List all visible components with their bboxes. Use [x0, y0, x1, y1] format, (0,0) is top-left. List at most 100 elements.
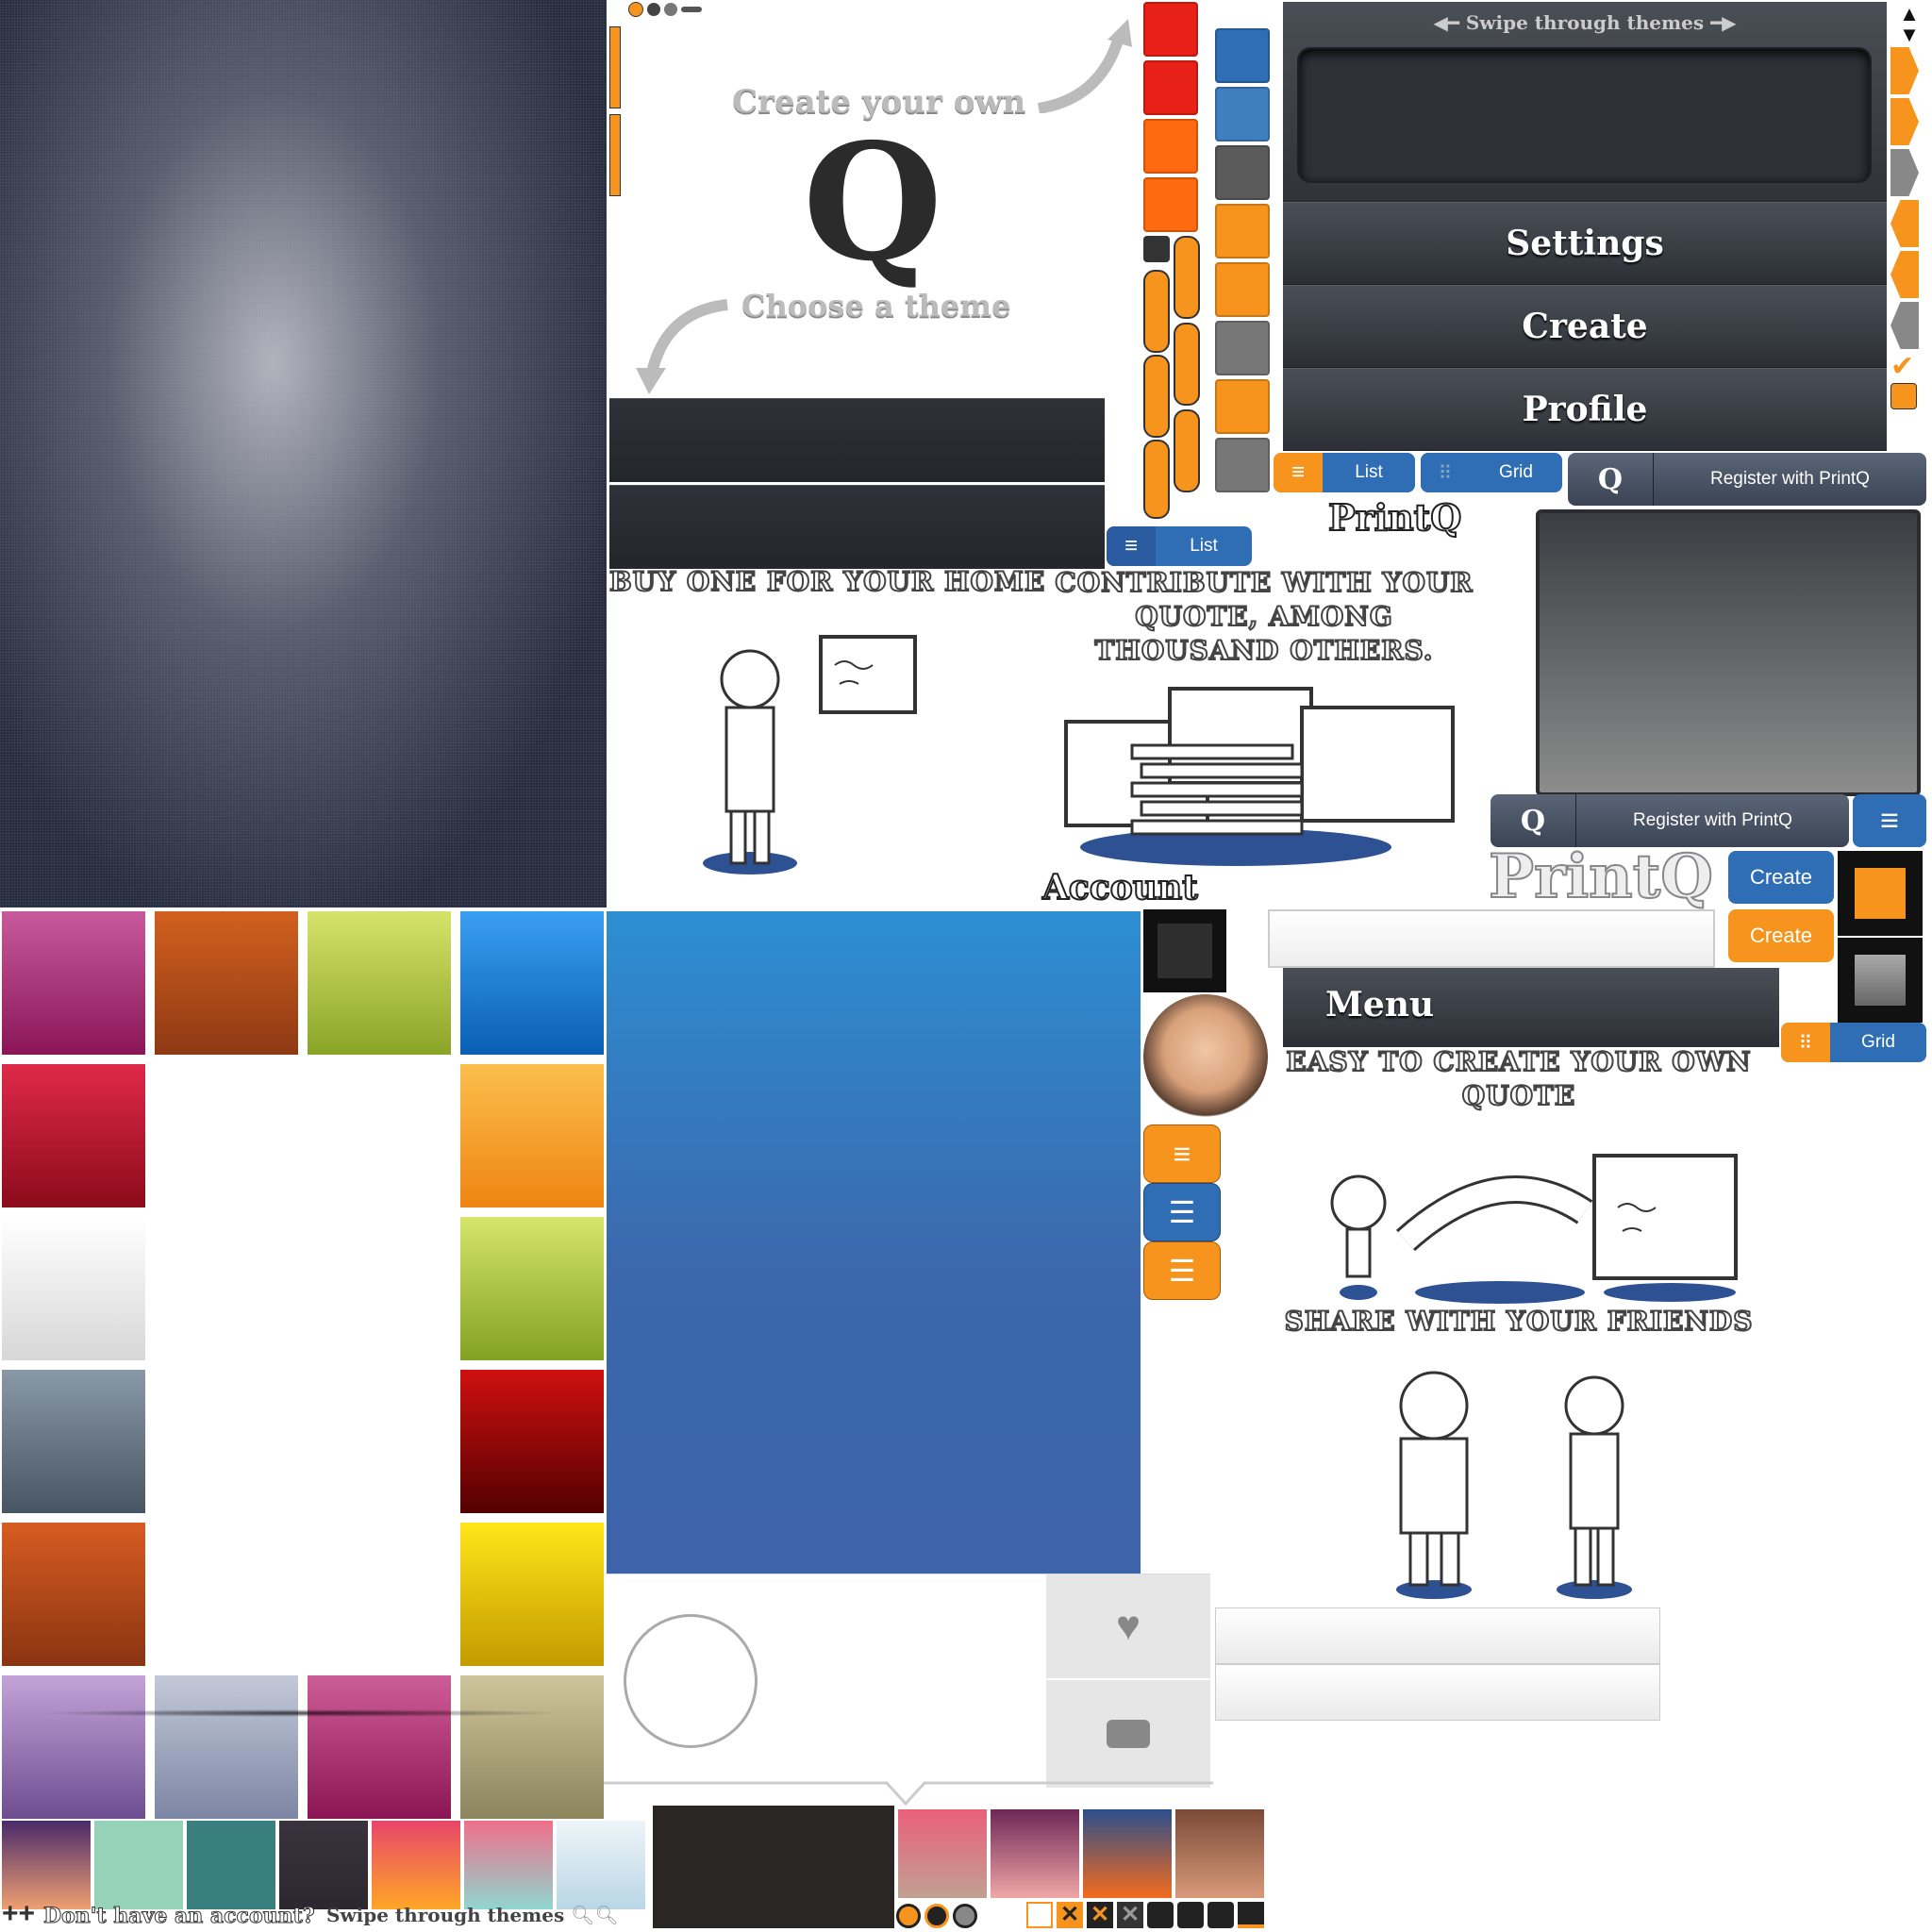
gradient-swatch-small[interactable] [464, 1821, 553, 1909]
register-label: Register with PrintQ [1710, 469, 1870, 489]
grid-dots-icon: ⠿ [1421, 453, 1470, 492]
gradient-swatch[interactable] [155, 1675, 298, 1819]
slider-bars [1143, 236, 1200, 519]
checkbox-empty-icon[interactable] [1026, 1902, 1053, 1928]
gradient-swatch[interactable] [2, 1217, 145, 1360]
checkbox-dark-orange-icon[interactable] [1238, 1902, 1264, 1928]
register-label: Register with PrintQ [1633, 810, 1792, 830]
orange-tile-framed [1838, 851, 1923, 936]
gradient-swatch[interactable] [2, 1675, 145, 1819]
radio-orange-icon[interactable] [896, 1904, 921, 1928]
avatar[interactable] [1143, 994, 1268, 1119]
hamburger-button[interactable]: ≡ [1853, 794, 1926, 847]
gradient-swatch-small[interactable] [2, 1821, 91, 1909]
dash-icon [681, 7, 702, 12]
comment-button[interactable] [1046, 1680, 1210, 1788]
bullet-list-icon: ☰ [1168, 1254, 1196, 1288]
checkbox-dark-icon[interactable] [1147, 1902, 1174, 1928]
radio-orange-selected-icon[interactable] [924, 1904, 949, 1928]
gradient-swatch-small[interactable] [991, 1809, 1079, 1898]
gradient-swatch-small[interactable] [557, 1821, 645, 1909]
post-card: ♥ [607, 1574, 1210, 1788]
arrow-tab-orange-icon[interactable] [1890, 98, 1919, 145]
checkbox-x-dark-icon[interactable]: ✕ [1087, 1902, 1113, 1928]
gradient-swatch[interactable] [460, 1217, 604, 1360]
list-button-orange[interactable]: ≡ [1143, 1124, 1221, 1183]
orange-side-bars [609, 26, 621, 196]
settings-menu-item[interactable]: Settings [1283, 202, 1887, 285]
gradient-swatch[interactable] [2, 1523, 145, 1666]
avatar-placeholder[interactable] [624, 1614, 758, 1748]
arrow-right-icon: ━▶ [1710, 11, 1737, 34]
gradient-swatch[interactable] [460, 911, 604, 1055]
gradient-swatch-small[interactable] [372, 1821, 460, 1909]
dot-icon [664, 3, 677, 16]
light-bar-2 [1215, 1664, 1660, 1721]
person-with-frame-illustration [703, 635, 917, 874]
gradient-swatch-small[interactable] [94, 1821, 183, 1909]
gradient-swatch-small[interactable] [898, 1809, 987, 1898]
gradient-swatch[interactable] [460, 1370, 604, 1513]
checkbox-dark-icon[interactable] [1177, 1902, 1204, 1928]
light-bar-1 [1215, 1607, 1660, 1664]
list-label: List [1190, 536, 1218, 556]
gradient-swatch-small[interactable] [1175, 1809, 1264, 1898]
checkbox-x-orange-icon[interactable]: ✕ [1057, 1902, 1083, 1928]
grid-toggle-2[interactable]: ⠿ Grid [1781, 1023, 1926, 1062]
no-account-text[interactable]: Don't have an account? [43, 1904, 316, 1929]
profile-menu-item[interactable]: Profile [1283, 368, 1887, 451]
swipe-footer-text: Swipe through themes [326, 1904, 565, 1926]
create-button-orange[interactable]: Create [1728, 909, 1834, 962]
share-heading: SHARE WITH YOUR FRIENDS [1284, 1305, 1754, 1338]
gradient-swatch-small[interactable] [1083, 1809, 1172, 1898]
gradient-swatch[interactable] [2, 1370, 145, 1513]
like-button[interactable]: ♥ [1046, 1574, 1210, 1678]
gradient-swatch[interactable] [155, 911, 298, 1055]
radio-gray-icon[interactable] [953, 1904, 977, 1928]
arrow-down-left-icon [636, 299, 728, 394]
bullet-list-button-orange[interactable]: ☰ [1143, 1241, 1221, 1300]
checkbox-x-gray-icon[interactable]: ✕ [1117, 1902, 1143, 1928]
menu-bar: Menu [1283, 968, 1779, 1047]
splash-panel: Create your own Q Choose a theme [609, 0, 1138, 569]
create-menu-item[interactable]: Create [1283, 285, 1887, 368]
grid-label: Grid [1499, 462, 1533, 482]
gradient-swatch[interactable] [308, 911, 451, 1055]
checkbox-icons: ✕ ✕ ✕ [1026, 1902, 1264, 1928]
account-title: Account [1041, 867, 1199, 908]
list-toggle-blue[interactable]: ≡ List [1107, 526, 1252, 566]
gradient-swatch[interactable] [2, 1064, 145, 1208]
gradient-swatch-small[interactable] [279, 1821, 368, 1909]
heart-icon: ♥ [1115, 1603, 1141, 1649]
arrow-tab-gray-icon[interactable] [1890, 149, 1919, 196]
text-field[interactable] [1268, 909, 1715, 968]
arrow-tab-orange-icon[interactable] [1890, 47, 1919, 94]
gradient-swatch[interactable] [460, 1064, 604, 1208]
theme-preview-slot[interactable] [1297, 47, 1872, 183]
linen-background [0, 0, 607, 908]
theme-menu: ◀━ Swipe through themes ━▶ Settings Crea… [1283, 2, 1887, 451]
gradient-swatch[interactable] [460, 1675, 604, 1819]
arrow-tab-gray-left-icon[interactable] [1890, 302, 1919, 349]
grid-toggle[interactable]: ⠿ Grid [1421, 453, 1562, 492]
arrow-tab-orange-left-icon[interactable] [1890, 200, 1919, 247]
gradient-swatch[interactable] [2, 911, 145, 1055]
gradient-swatch[interactable] [460, 1523, 604, 1666]
swipe-header: ◀━ Swipe through themes ━▶ [1283, 2, 1887, 200]
choose-a-theme-text: Choose a theme [741, 288, 1011, 324]
register-button-2[interactable]: Q Register with PrintQ [1491, 794, 1849, 847]
checkbox-dark-icon[interactable] [1208, 1902, 1234, 1928]
printq-brand-large: PrintQ [1488, 841, 1714, 913]
gradient-swatch[interactable] [308, 1675, 451, 1819]
menu-title: Menu [1325, 985, 1435, 1024]
gradient-swatch-small[interactable] [187, 1821, 275, 1909]
friends-illustration [1396, 1371, 1632, 1599]
swipe-through-themes-label[interactable]: ◀━ Swipe through themes ━▶ [1283, 11, 1887, 34]
printq-brand-small: PrintQ [1327, 495, 1462, 540]
list-toggle[interactable]: ≡ List [1274, 453, 1415, 492]
bullet-list-button-blue[interactable]: ☰ [1143, 1183, 1221, 1241]
create-button-blue[interactable]: Create [1728, 851, 1834, 904]
register-button[interactable]: Q Register with PrintQ [1568, 453, 1926, 506]
arrow-tab-orange-left-icon[interactable] [1890, 251, 1919, 298]
page-dots [628, 2, 702, 17]
